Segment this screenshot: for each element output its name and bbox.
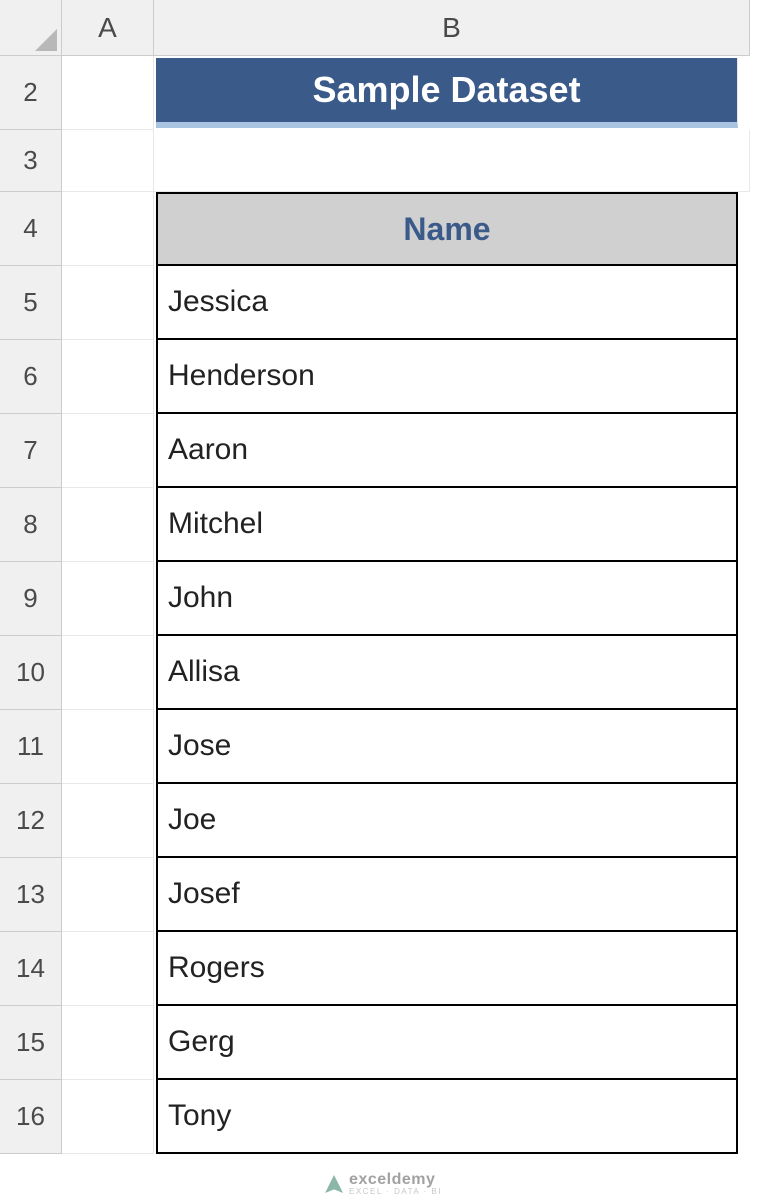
table-header-cell[interactable]: Name <box>156 192 738 266</box>
row-header-8[interactable]: 8 <box>0 488 62 562</box>
table-row[interactable]: Mitchel <box>156 488 738 562</box>
cell-A8[interactable] <box>62 488 154 562</box>
row-header-6[interactable]: 6 <box>0 340 62 414</box>
cell-A14[interactable] <box>62 932 154 1006</box>
table-row[interactable]: Henderson <box>156 340 738 414</box>
column-header-B[interactable]: B <box>154 0 750 56</box>
select-all-triangle-icon <box>35 29 57 51</box>
column-header-A[interactable]: A <box>62 0 154 56</box>
exceldemy-logo-icon <box>325 1175 343 1193</box>
table-row[interactable]: Jose <box>156 710 738 784</box>
table-row[interactable]: Joe <box>156 784 738 858</box>
row-header-16[interactable]: 16 <box>0 1080 62 1154</box>
cell-A16[interactable] <box>62 1080 154 1154</box>
cell-A10[interactable] <box>62 636 154 710</box>
row-header-7[interactable]: 7 <box>0 414 62 488</box>
watermark-main: exceldemy <box>349 1172 442 1188</box>
cell-A13[interactable] <box>62 858 154 932</box>
row-header-9[interactable]: 9 <box>0 562 62 636</box>
cell-A15[interactable] <box>62 1006 154 1080</box>
watermark-text: exceldemy EXCEL · DATA · BI <box>349 1172 442 1196</box>
cell-B3[interactable] <box>154 130 750 192</box>
watermark: exceldemy EXCEL · DATA · BI <box>325 1172 442 1196</box>
row-header-15[interactable]: 15 <box>0 1006 62 1080</box>
row-header-3[interactable]: 3 <box>0 130 62 192</box>
cell-A5[interactable] <box>62 266 154 340</box>
cell-A3[interactable] <box>62 130 154 192</box>
row-header-13[interactable]: 13 <box>0 858 62 932</box>
table-row[interactable]: Aaron <box>156 414 738 488</box>
select-all-corner[interactable] <box>0 0 62 56</box>
cell-A6[interactable] <box>62 340 154 414</box>
watermark-sub: EXCEL · DATA · BI <box>349 1188 442 1196</box>
cell-A2[interactable] <box>62 56 154 130</box>
row-header-5[interactable]: 5 <box>0 266 62 340</box>
row-header-10[interactable]: 10 <box>0 636 62 710</box>
cell-A9[interactable] <box>62 562 154 636</box>
table-row[interactable]: Tony <box>156 1080 738 1154</box>
title-cell[interactable]: Sample Dataset <box>156 58 738 128</box>
cell-A7[interactable] <box>62 414 154 488</box>
cell-A11[interactable] <box>62 710 154 784</box>
cell-A12[interactable] <box>62 784 154 858</box>
table-row[interactable]: Rogers <box>156 932 738 1006</box>
row-header-2[interactable]: 2 <box>0 56 62 130</box>
row-header-12[interactable]: 12 <box>0 784 62 858</box>
table-row[interactable]: Jessica <box>156 266 738 340</box>
cell-A4[interactable] <box>62 192 154 266</box>
row-header-11[interactable]: 11 <box>0 710 62 784</box>
row-header-14[interactable]: 14 <box>0 932 62 1006</box>
table-row[interactable]: John <box>156 562 738 636</box>
table-row[interactable]: Allisa <box>156 636 738 710</box>
row-header-4[interactable]: 4 <box>0 192 62 266</box>
table-row[interactable]: Gerg <box>156 1006 738 1080</box>
table-row[interactable]: Josef <box>156 858 738 932</box>
spreadsheet-grid: A B 2 Sample Dataset 3 4 Name 5 Jessica … <box>0 0 767 1154</box>
